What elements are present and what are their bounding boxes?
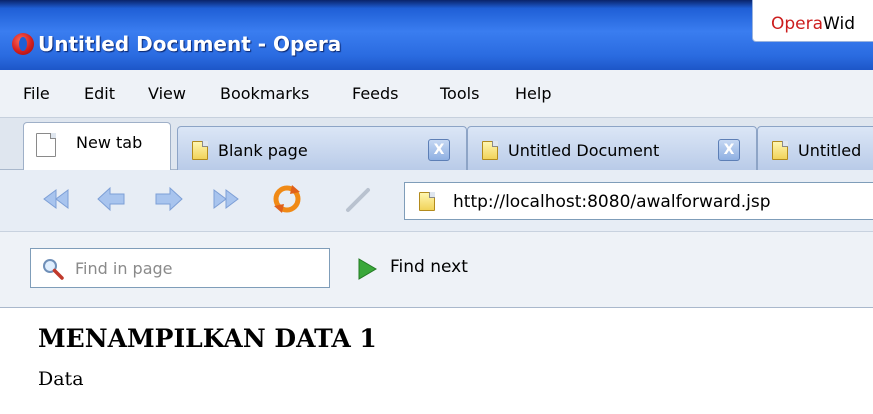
title-bar: Untitled Document - Opera OperaWid <box>0 0 873 70</box>
find-next-label: Find next <box>390 257 468 277</box>
play-arrow-icon <box>358 258 377 280</box>
menu-help[interactable]: Help <box>515 84 551 103</box>
widgets-tab[interactable]: OperaWid <box>752 0 873 42</box>
search-icon <box>43 259 64 280</box>
menu-file[interactable]: File <box>23 84 50 103</box>
fast-forward-icon[interactable] <box>210 182 244 216</box>
page-text: Data <box>38 368 84 390</box>
tab-bar: New tab Blank page X Untitled Document X… <box>0 118 873 170</box>
navigation-toolbar: http://localhost:8080/awalforward.jsp <box>0 170 873 232</box>
address-bar[interactable]: http://localhost:8080/awalforward.jsp <box>404 182 873 220</box>
tab-untitled[interactable]: Untitled <box>757 126 873 170</box>
address-url[interactable]: http://localhost:8080/awalforward.jsp <box>453 192 771 212</box>
widgets-tab-label: Wid <box>823 14 855 34</box>
tab-new-tab[interactable]: New tab <box>23 122 171 170</box>
find-bar: Find next <box>0 232 873 308</box>
rewind-icon[interactable] <box>38 182 72 216</box>
tab-label: New tab <box>76 133 143 152</box>
page-content: MENAMPILKAN DATA 1 Data <box>0 308 873 414</box>
page-icon <box>192 141 208 160</box>
menu-edit[interactable]: Edit <box>84 84 115 103</box>
opera-logo-icon <box>12 33 34 55</box>
widgets-tab-brand: Opera <box>771 14 824 34</box>
tab-label: Blank page <box>218 141 308 160</box>
back-arrow-icon[interactable] <box>94 182 128 216</box>
edit-pencil-icon[interactable] <box>340 182 374 216</box>
reload-icon[interactable] <box>270 182 304 216</box>
find-in-page-field[interactable] <box>30 248 330 288</box>
new-tab-icon <box>36 133 56 157</box>
page-heading: MENAMPILKAN DATA 1 <box>38 324 377 353</box>
page-icon <box>482 141 498 160</box>
page-icon <box>419 192 435 211</box>
close-tab-icon[interactable]: X <box>428 139 450 161</box>
menu-view[interactable]: View <box>148 84 186 103</box>
menu-bookmarks[interactable]: Bookmarks <box>220 84 309 103</box>
find-in-page-input[interactable] <box>75 255 315 281</box>
menu-tools[interactable]: Tools <box>440 84 479 103</box>
page-icon <box>772 141 788 160</box>
tab-label: Untitled Document <box>508 141 660 160</box>
menu-feeds[interactable]: Feeds <box>352 84 399 103</box>
close-tab-icon[interactable]: X <box>718 139 740 161</box>
forward-arrow-icon[interactable] <box>152 182 186 216</box>
tab-untitled-document[interactable]: Untitled Document X <box>467 126 757 170</box>
menu-bar: File Edit View Bookmarks Feeds Tools Hel… <box>0 70 873 118</box>
tab-blank-page[interactable]: Blank page X <box>177 126 467 170</box>
tab-label: Untitled <box>798 141 862 160</box>
window-title: Untitled Document - Opera <box>38 32 342 56</box>
